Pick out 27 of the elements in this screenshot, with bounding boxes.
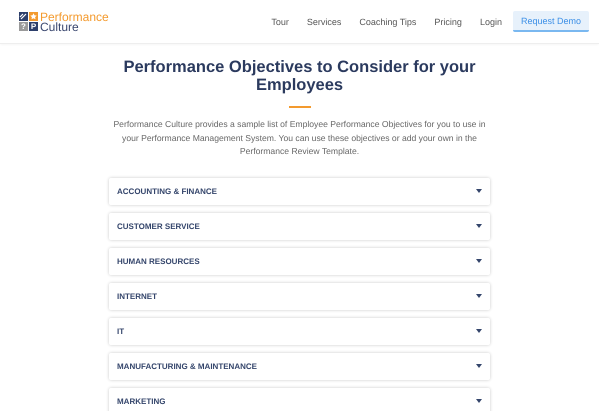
category-label: MARKETING [117,396,166,406]
category-label: HUMAN RESOURCES [117,256,200,266]
page-title: Performance Objectives to Consider for your Employees [122,58,477,94]
star-icon [29,12,38,21]
category-label: MANUFACTURING & MAINTENANCE [117,362,257,370]
accordion-header[interactable]: HUMAN RESOURCES [109,248,490,274]
nav-link[interactable]: Services [298,16,350,26]
logo-text: Culture [40,22,79,32]
accordion-header[interactable]: MANUFACTURING & MAINTENANCE [109,352,490,380]
nav-link[interactable]: Pricing [425,16,471,26]
accordion-header[interactable]: MARKETING [109,388,490,411]
nav-link[interactable]: Coaching Tips [350,16,426,26]
logo-tile-icon [19,12,28,21]
category-label: INTERNET [117,292,157,300]
category-label: IT [117,326,124,336]
nav-link[interactable]: Tour [262,16,298,26]
accordion-header[interactable]: IT [109,318,490,344]
logo-text: Performance [40,12,109,22]
accordion-header[interactable]: ACCOUNTING & FINANCE [109,178,490,204]
intro-paragraph: Performance Culture provides a sample list of Employee Performance Objectives for you to use in your Performance Management System. You can use these objectives or add your own in the Performance Review Template. [112,118,487,158]
logo-tile: P [29,22,38,31]
category-label: ACCOUNTING & FINANCE [117,186,217,196]
accordion-header[interactable]: CUSTOMER SERVICE [109,212,490,240]
logo-tile: ? [19,22,28,31]
nav-link[interactable]: Login [470,16,511,26]
accordion-header[interactable]: INTERNET [109,282,490,310]
category-label: CUSTOMER SERVICE [117,222,200,230]
